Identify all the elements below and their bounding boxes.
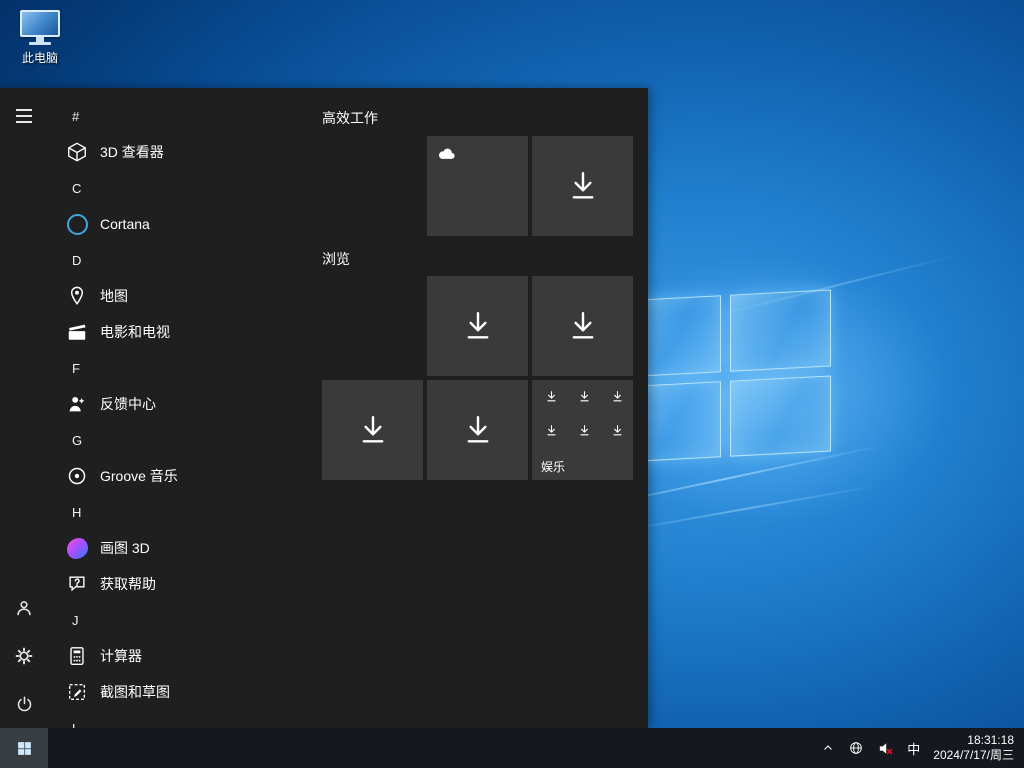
download-arrow-icon <box>611 390 624 403</box>
tile-onedrive[interactable] <box>427 136 528 236</box>
download-arrow-icon <box>611 424 624 437</box>
download-arrow-icon <box>322 380 423 480</box>
tile-group-title-productivity[interactable]: 高效工作 <box>322 108 378 128</box>
download-arrow-icon <box>545 424 558 437</box>
volume-muted-icon <box>877 740 894 757</box>
this-pc-screen <box>20 10 60 37</box>
download-arrow-icon <box>545 390 558 403</box>
download-arrow-icon <box>427 276 528 376</box>
desktop-icon-this-pc[interactable]: 此电脑 <box>12 10 68 66</box>
tile-pending-download[interactable] <box>322 380 423 480</box>
volume-button[interactable] <box>877 728 894 768</box>
desktop-icon-label: 此电脑 <box>12 49 68 66</box>
windows-logo <box>619 289 831 462</box>
desktop-screen: 此电脑 <box>0 0 1024 768</box>
start-menu: # 3D 查看器 C Cortana D 地图 <box>0 88 648 728</box>
download-arrow-icon <box>532 136 633 236</box>
chevron-up-icon <box>821 741 835 755</box>
this-pc-icon <box>20 10 60 45</box>
windows-logo-pane <box>730 375 832 457</box>
cloud-icon <box>437 146 457 160</box>
download-arrow-icon <box>532 276 633 376</box>
clock-time: 18:31:18 <box>933 733 1014 748</box>
tile-pending-download[interactable] <box>532 276 633 376</box>
tile-group-title-browse[interactable]: 浏览 <box>322 249 350 269</box>
download-arrow-icon <box>578 424 591 437</box>
tile-folder-entertainment[interactable]: 娱乐 <box>532 380 633 480</box>
download-arrow-icon <box>578 390 591 403</box>
system-tray: 中 18:31:18 2024/7/17/周三 <box>821 728 1024 768</box>
tile-pending-download[interactable] <box>427 276 528 376</box>
hidden-icons-button[interactable] <box>821 728 835 768</box>
tile-area: 高效工作 浏览 <box>0 88 648 728</box>
six-download-arrows <box>545 390 624 437</box>
windows-logo-icon <box>16 740 33 757</box>
taskbar: 中 18:31:18 2024/7/17/周三 <box>0 728 1024 768</box>
windows-logo-pane <box>730 289 832 371</box>
clock[interactable]: 18:31:18 2024/7/17/周三 <box>933 733 1014 763</box>
tile-pending-download[interactable] <box>427 380 528 480</box>
ime-indicator[interactable]: 中 <box>907 728 920 768</box>
clock-date: 2024/7/17/周三 <box>933 748 1014 763</box>
tile-folder-label: 娱乐 <box>541 458 565 475</box>
this-pc-base <box>29 42 51 45</box>
start-button[interactable] <box>0 728 48 768</box>
download-arrow-icon <box>427 380 528 480</box>
tile-pending-download[interactable] <box>532 136 633 236</box>
network-status-button[interactable] <box>848 728 864 768</box>
network-globe-icon <box>848 740 864 756</box>
